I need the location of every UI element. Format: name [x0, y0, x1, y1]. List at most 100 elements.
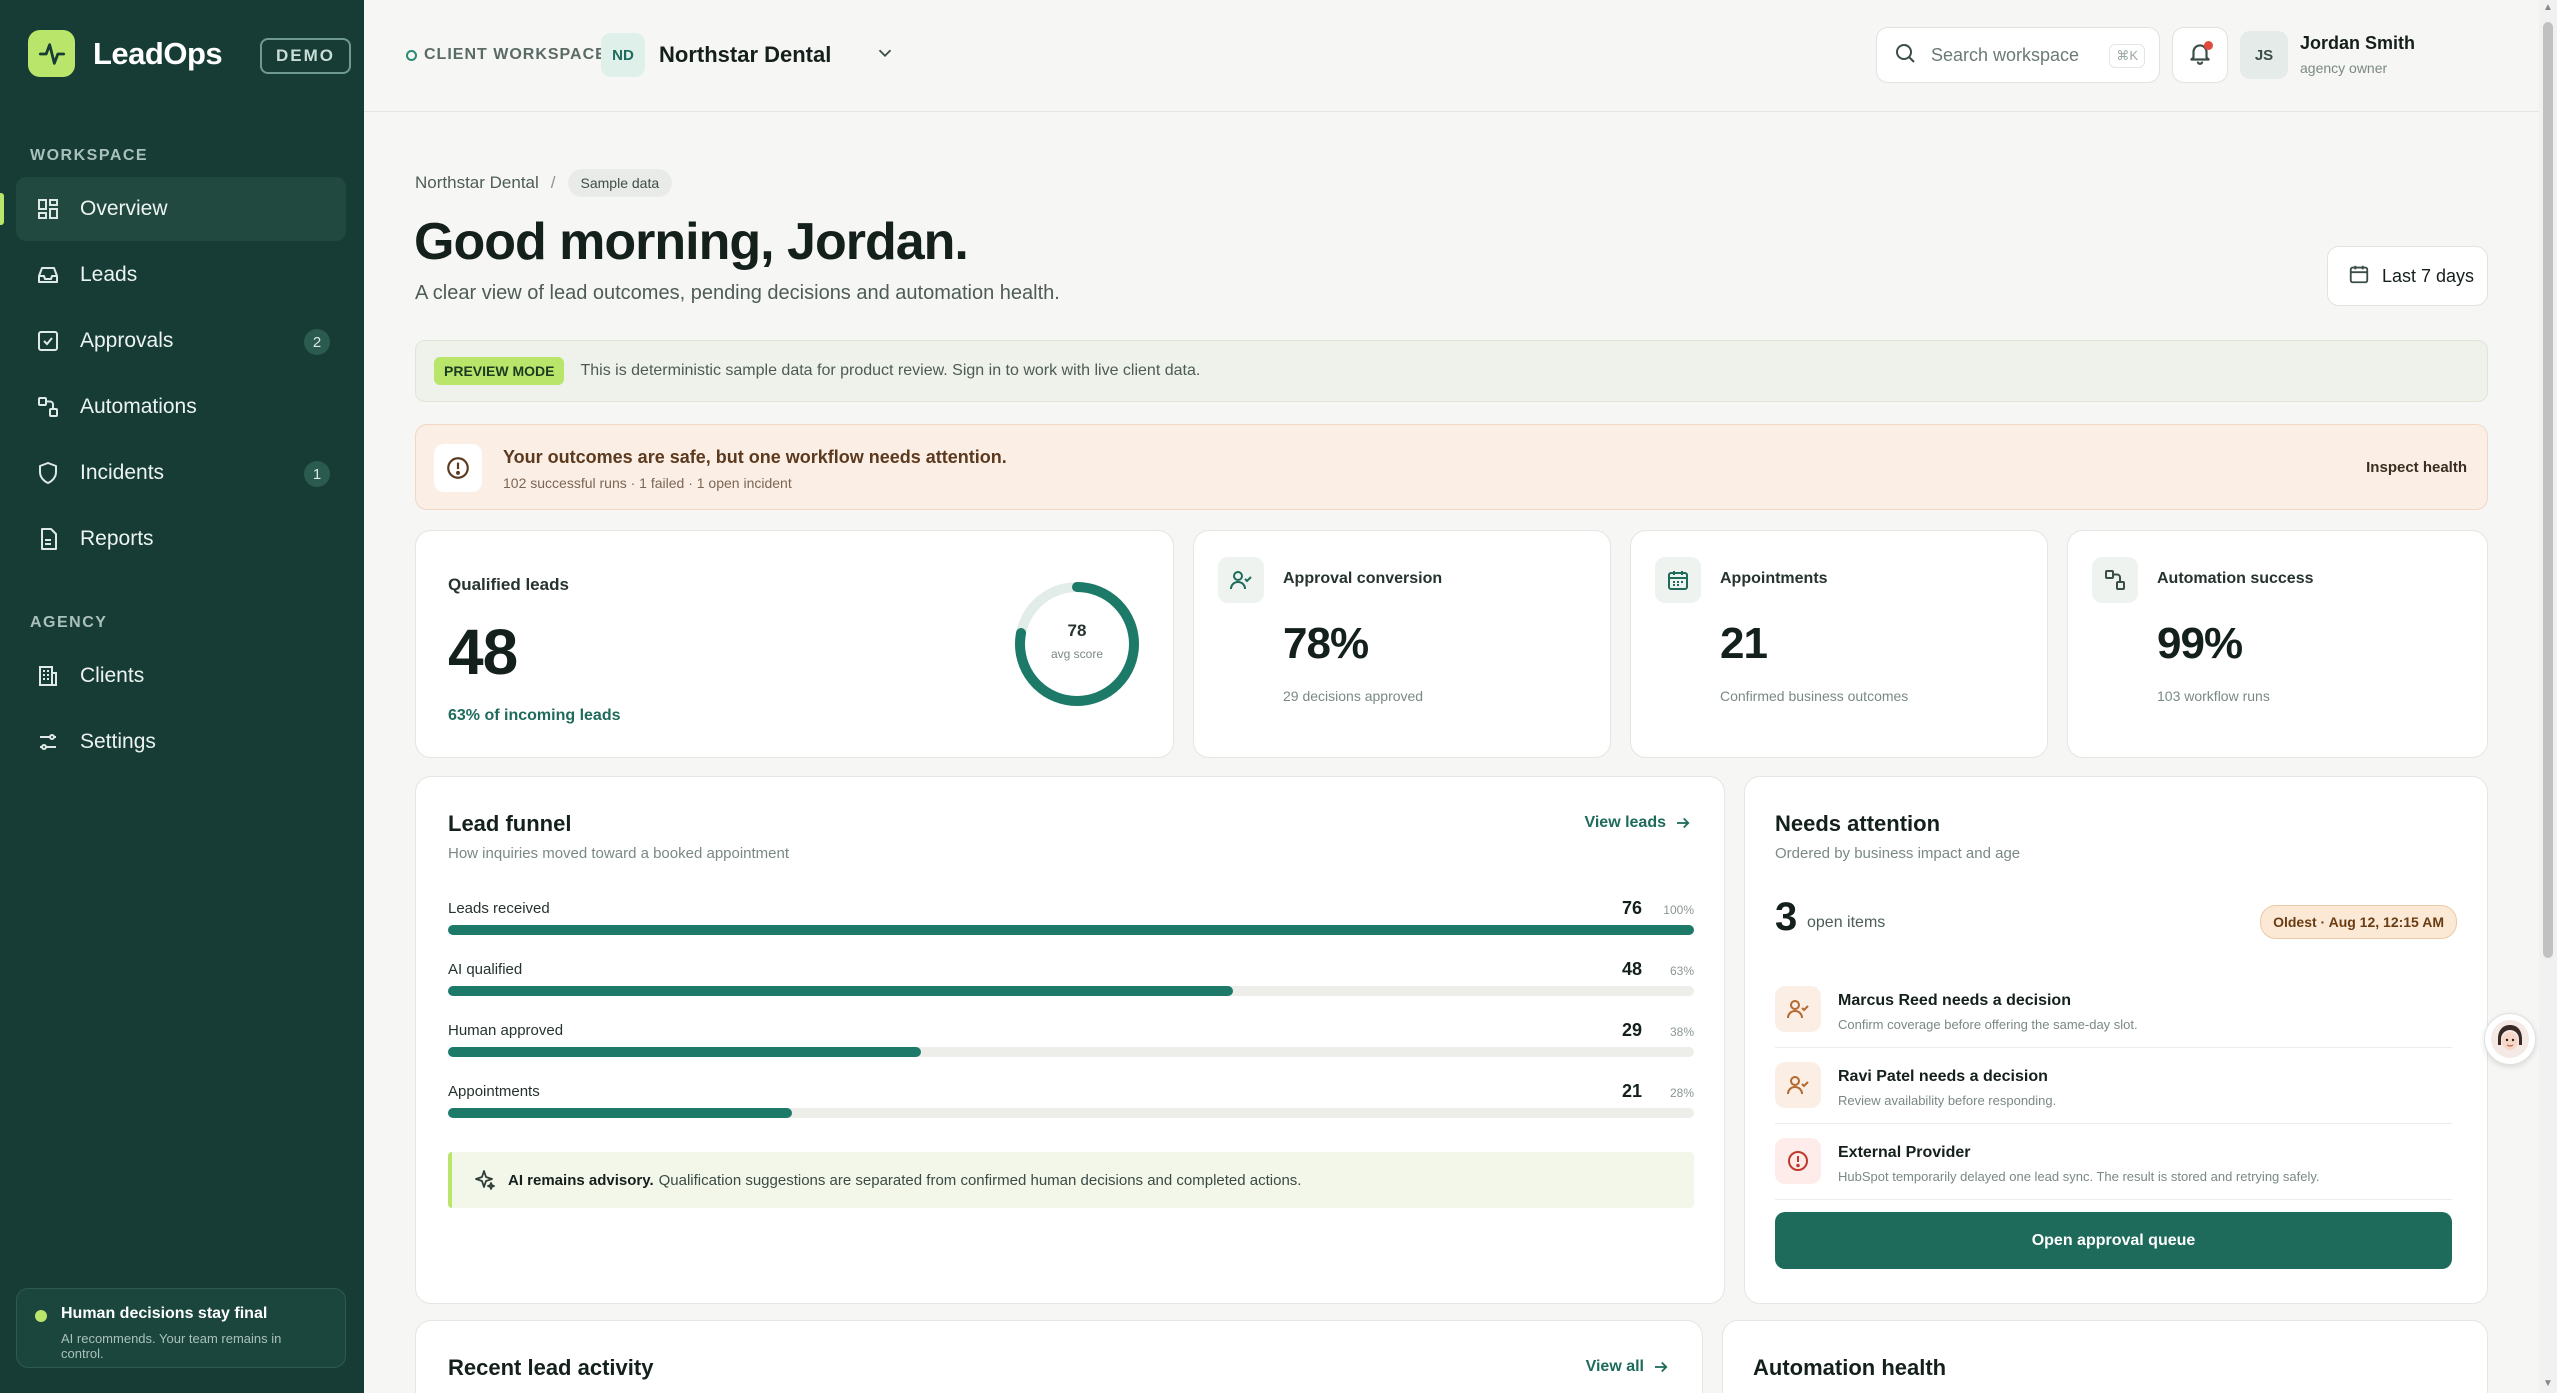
- user-menu[interactable]: JS Jordan Smith agency owner: [2240, 27, 2415, 83]
- open-items-label: open items: [1807, 914, 1886, 931]
- workspace-switcher[interactable]: Northstar Dental: [659, 42, 831, 68]
- section-subtitle: How inquiries moved toward a booked appo…: [448, 845, 790, 862]
- avatar: JS: [2240, 31, 2288, 79]
- user-check-icon: [1218, 557, 1264, 603]
- notifications-button[interactable]: [2172, 27, 2228, 83]
- report-icon: [34, 525, 62, 553]
- attention-item-title: External Provider: [1838, 1144, 1971, 1161]
- kpi-label: Appointments: [1720, 570, 1828, 587]
- attention-item[interactable]: Ravi Patel needs a decision Review avail…: [1775, 1048, 2452, 1124]
- kpi-qualified-leads: Qualified leads 48 63% of incoming leads…: [415, 530, 1174, 758]
- main-content: Northstar Dental / Sample data Good morn…: [364, 112, 2539, 1393]
- kpi-note: 103 workflow runs: [2157, 688, 2270, 704]
- funnel-row: AI qualified 48 63%: [448, 959, 1694, 1011]
- open-approval-queue-button[interactable]: Open approval queue: [1775, 1212, 2452, 1269]
- sidebar-item-label: Automations: [80, 395, 197, 418]
- attention-item-subtitle: HubSpot temporarily delayed one lead syn…: [1838, 1169, 2320, 1184]
- sidebar-item-settings[interactable]: Settings: [16, 710, 346, 774]
- arrow-right-icon: [1677, 817, 1690, 829]
- sliders-icon: [34, 728, 62, 756]
- funnel-track: [448, 1108, 1694, 1118]
- page-scrollbar[interactable]: ▲ ▼: [2539, 0, 2557, 1393]
- kpi-approval-conversion: Approval conversion 78% 29 decisions app…: [1193, 530, 1611, 758]
- sidebar-item-leads[interactable]: Leads: [16, 243, 346, 307]
- date-range-label: Last 7 days: [2382, 265, 2475, 286]
- funnel-label: Appointments: [448, 1083, 540, 1100]
- user-role: agency owner: [2300, 60, 2388, 76]
- inspect-health-link[interactable]: Inspect health: [2366, 459, 2467, 476]
- sidebar-item-reports[interactable]: Reports: [16, 507, 346, 571]
- ring-icon: [406, 49, 417, 61]
- sidebar: LeadOps DEMO WORKSPACE Overview Leads Ap…: [0, 0, 364, 1393]
- funnel-track: [448, 986, 1694, 996]
- sidebar-item-automations[interactable]: Automations: [16, 375, 346, 439]
- search-placeholder: Search workspace: [1931, 44, 2080, 65]
- attention-item[interactable]: Marcus Reed needs a decision Confirm cov…: [1775, 972, 2452, 1048]
- attention-item[interactable]: External Provider HubSpot temporarily de…: [1775, 1124, 2452, 1200]
- lead-funnel-card: Lead funnel How inquiries moved toward a…: [415, 776, 1725, 1304]
- funnel-track: [448, 925, 1694, 935]
- funnel-label: Human approved: [448, 1022, 564, 1039]
- breadcrumb-root[interactable]: Northstar Dental: [415, 173, 539, 193]
- needs-attention-card: Needs attention Ordered by business impa…: [1744, 776, 2488, 1304]
- sidebar-item-overview[interactable]: Overview: [0, 177, 346, 241]
- grid-icon: [34, 195, 62, 223]
- ai-advisory-note: AI remains advisory. Qualification sugge…: [448, 1152, 1694, 1208]
- kpi-label: Automation success: [2157, 570, 2314, 587]
- building-icon: [34, 662, 62, 690]
- calendar-icon: [1655, 557, 1701, 603]
- scroll-down-icon[interactable]: ▼: [2543, 1378, 2553, 1389]
- assistant-avatar-button[interactable]: [2484, 1013, 2536, 1065]
- view-leads-link[interactable]: View leads: [1584, 814, 1692, 832]
- breadcrumb-separator: /: [550, 173, 556, 192]
- alert-title: Your outcomes are safe, but one workflow…: [503, 447, 1007, 467]
- control-notice-title: Human decisions stay final: [61, 1305, 268, 1322]
- sidebar-item-clients[interactable]: Clients: [16, 644, 346, 708]
- funnel-percent: 38%: [1669, 1025, 1694, 1039]
- open-items-count: 3: [1775, 895, 1798, 939]
- sidebar-item-label: Incidents: [80, 461, 165, 484]
- user-name: Jordan Smith: [2300, 33, 2416, 53]
- funnel-row: Leads received 76 100%: [448, 898, 1694, 950]
- funnel-fill: [448, 986, 1233, 996]
- sidebar-item-label: Leads: [80, 263, 138, 286]
- arrow-right-icon: [1655, 1361, 1668, 1373]
- user-check-icon: [1775, 1062, 1821, 1108]
- funnel-track: [448, 1047, 1694, 1057]
- preview-mode-tag: PREVIEW MODE: [434, 357, 565, 385]
- sidebar-item-approvals[interactable]: Approvals 2: [16, 309, 346, 373]
- workspace-avatar[interactable]: ND: [601, 33, 645, 77]
- brand[interactable]: LeadOps: [28, 30, 223, 77]
- funnel-fill: [448, 1108, 792, 1118]
- search-input[interactable]: Search workspace ⌘K: [1876, 27, 2160, 83]
- avg-score-label: avg score: [1050, 647, 1104, 661]
- user-check-icon: [1775, 986, 1821, 1032]
- pulse-logo-icon: [28, 30, 75, 77]
- kpi-automation-success: Automation success 99% 103 workflow runs: [2067, 530, 2488, 758]
- recent-activity-card: Recent lead activity View all: [415, 1320, 1703, 1393]
- attention-item-subtitle: Review availability before responding.: [1838, 1093, 2057, 1108]
- shield-icon: [34, 459, 62, 487]
- preview-banner: PREVIEW MODE This is deterministic sampl…: [415, 340, 2488, 402]
- scrollbar-thumb[interactable]: [2543, 22, 2553, 958]
- workspace-label-text: CLIENT WORKSPACE: [424, 46, 607, 63]
- alert-circle-icon: [1775, 1138, 1821, 1184]
- section-title: Needs attention: [1775, 811, 1941, 836]
- sidebar-item-label: Reports: [80, 527, 154, 550]
- scroll-up-icon[interactable]: ▲: [2543, 2, 2553, 13]
- attention-item-title: Marcus Reed needs a decision: [1838, 992, 2071, 1009]
- chevron-down-icon[interactable]: [874, 42, 896, 69]
- breadcrumb: Northstar Dental / Sample data: [415, 169, 673, 197]
- nav-section-workspace: WORKSPACE: [30, 147, 149, 164]
- kpi-value: 78%: [1283, 619, 1369, 668]
- attention-item-subtitle: Confirm coverage before offering the sam…: [1838, 1017, 2138, 1032]
- funnel-value: 21: [1621, 1081, 1642, 1101]
- funnel-row: Appointments 21 28%: [448, 1081, 1694, 1133]
- view-all-link[interactable]: View all: [1586, 1358, 1670, 1376]
- funnel-percent: 100%: [1663, 903, 1694, 917]
- sample-data-pill: Sample data: [567, 169, 673, 197]
- sidebar-item-incidents[interactable]: Incidents 1: [16, 441, 346, 505]
- workflow-icon: [34, 393, 62, 421]
- funnel-value: 76: [1621, 898, 1642, 918]
- date-range-button[interactable]: Last 7 days: [2327, 246, 2488, 306]
